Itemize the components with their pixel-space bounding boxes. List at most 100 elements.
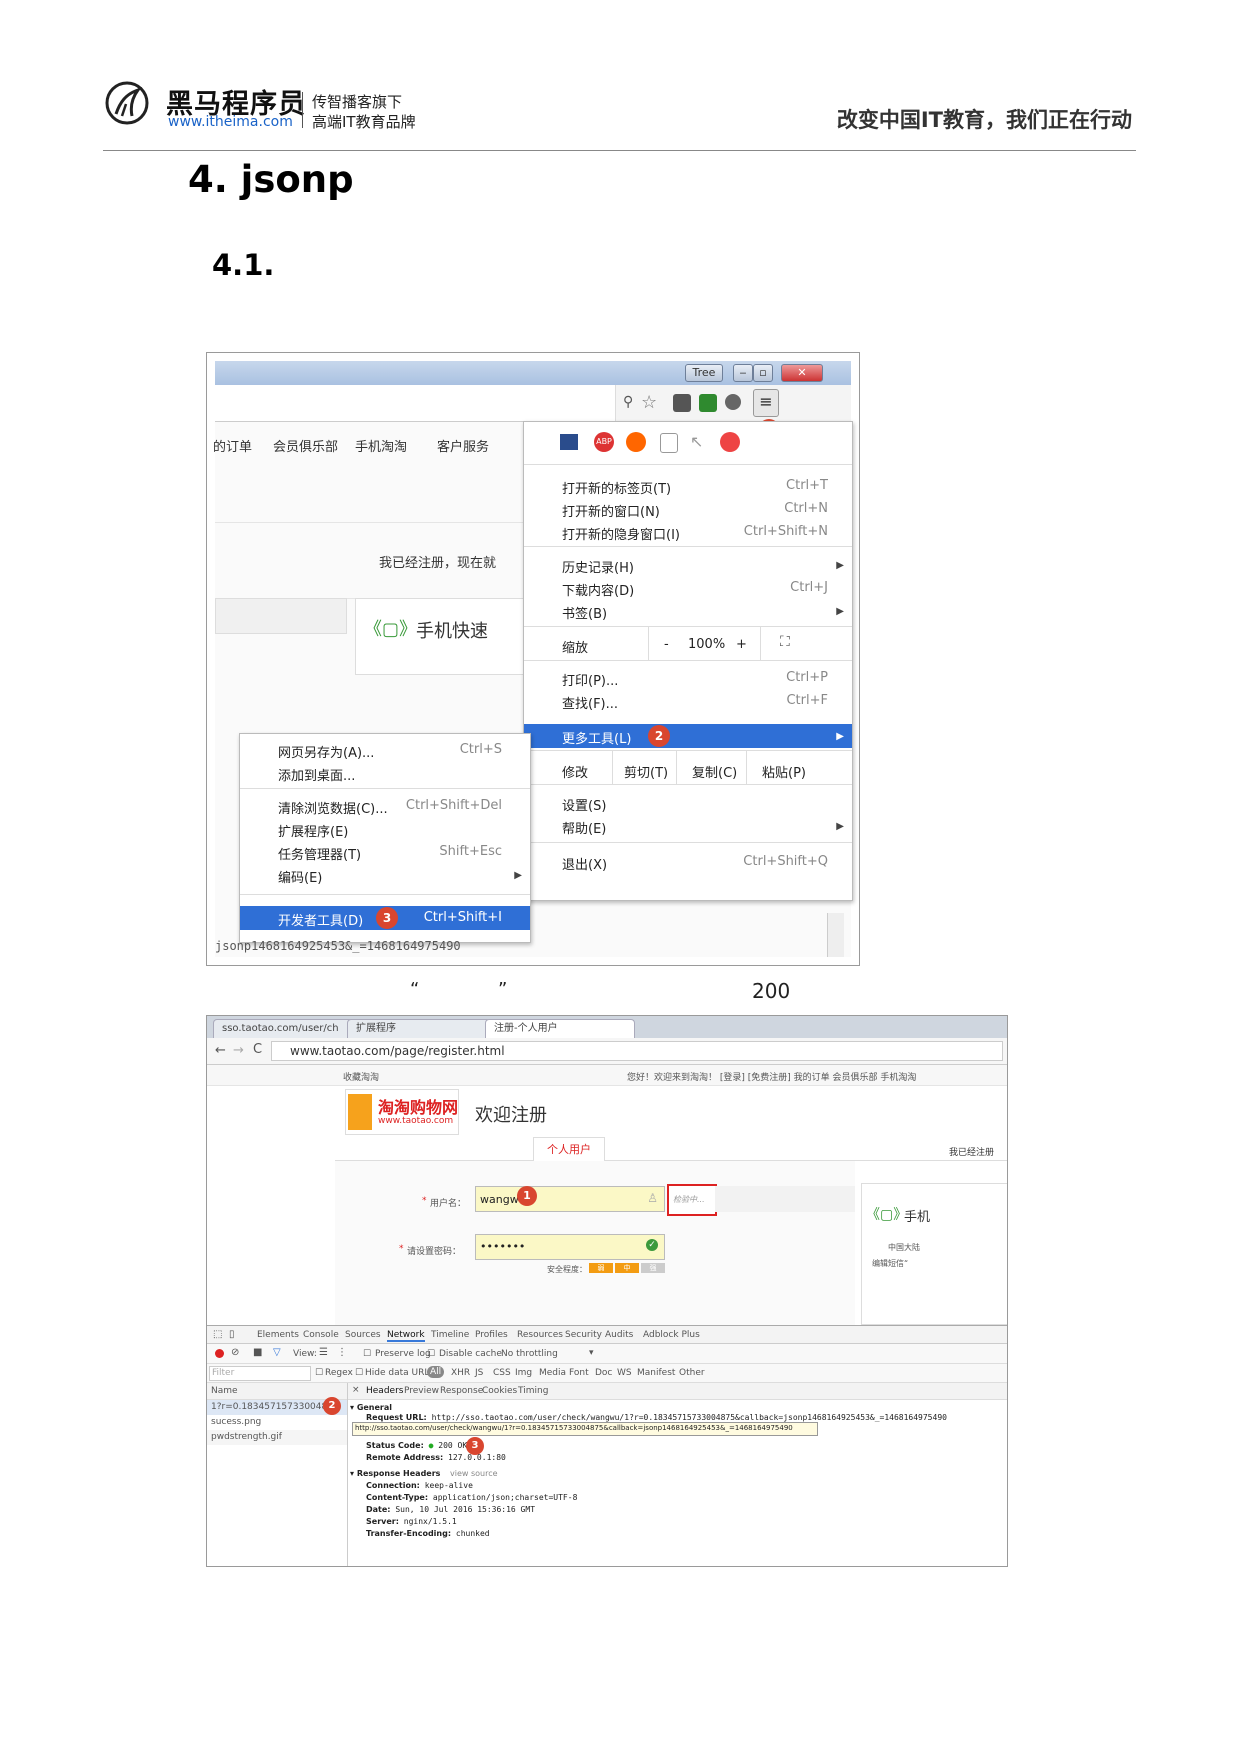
- menu-copy[interactable]: 复制(C): [692, 762, 737, 781]
- chevron-down-icon[interactable]: ▾: [589, 1348, 594, 1358]
- name-column-header[interactable]: Name: [211, 1386, 238, 1396]
- devtools-tab-timeline[interactable]: Timeline: [431, 1330, 469, 1340]
- back-icon[interactable]: ←: [215, 1043, 226, 1058]
- zoom-in-button[interactable]: +: [736, 637, 747, 652]
- preserve-log-checkbox[interactable]: ☐: [363, 1349, 371, 1359]
- menu-bookmarks[interactable]: 书签(B): [562, 603, 607, 622]
- chrome-menu-button[interactable]: ≡: [753, 389, 779, 417]
- filter-doc[interactable]: Doc: [595, 1368, 612, 1378]
- detail-tab-timing[interactable]: Timing: [518, 1386, 548, 1396]
- menu-new-window[interactable]: 打开新的窗口(N): [562, 501, 660, 520]
- favorites-link[interactable]: 收藏淘淘: [343, 1070, 379, 1083]
- menu-help[interactable]: 帮助(E): [562, 818, 606, 837]
- submenu-extensions[interactable]: 扩展程序(E): [278, 821, 348, 840]
- menu-new-tab[interactable]: 打开新的标签页(T): [562, 478, 671, 497]
- reload-icon[interactable]: C: [253, 1042, 262, 1057]
- registered-link[interactable]: 我已经注册: [949, 1145, 994, 1158]
- menu-exit[interactable]: 退出(X): [562, 854, 607, 873]
- close-icon[interactable]: ×: [352, 1385, 360, 1395]
- extension-red-icon[interactable]: [720, 432, 740, 452]
- filter-all[interactable]: All: [427, 1366, 445, 1378]
- menu-history[interactable]: 历史记录(H): [562, 557, 634, 576]
- devtools-tab-sources[interactable]: Sources: [345, 1330, 381, 1340]
- cursor-icon[interactable]: ↖: [690, 432, 703, 451]
- throttling-select[interactable]: No throttling: [501, 1349, 558, 1359]
- submenu-developer-tools[interactable]: 开发者工具(D) 3 Ctrl+Shift+I: [240, 906, 530, 930]
- camera-icon[interactable]: ■: [253, 1347, 262, 1358]
- fullscreen-icon[interactable]: ⛶: [780, 634, 790, 650]
- devtools-tab-network[interactable]: Network: [387, 1330, 425, 1342]
- filter-other[interactable]: Other: [679, 1368, 705, 1378]
- filter-ws[interactable]: WS: [617, 1368, 632, 1378]
- translate-icon[interactable]: [673, 394, 691, 412]
- filter-css[interactable]: CSS: [493, 1368, 511, 1378]
- submenu-clear-data[interactable]: 清除浏览数据(C)...: [278, 798, 388, 817]
- extension-icon[interactable]: [699, 394, 717, 412]
- detail-tab-response[interactable]: Response: [440, 1386, 483, 1396]
- disable-cache-checkbox[interactable]: ☐: [427, 1349, 435, 1359]
- tab-register[interactable]: 注册-个人用户: [485, 1019, 635, 1039]
- adblock-icon[interactable]: ABP: [594, 432, 614, 452]
- url-field[interactable]: www.taotao.com/page/register.html: [271, 1041, 1003, 1061]
- forward-icon[interactable]: →: [233, 1043, 244, 1058]
- devtools-tab-profiles[interactable]: Profiles: [475, 1330, 508, 1340]
- address-bar[interactable]: [215, 385, 616, 421]
- close-window-button[interactable]: ✕: [781, 364, 823, 382]
- list-view-icon[interactable]: ☰: [319, 1347, 328, 1358]
- tab-personal[interactable]: 个人用户: [533, 1137, 605, 1164]
- menu-downloads[interactable]: 下载内容(D): [562, 580, 634, 599]
- extension-orange-icon[interactable]: [626, 432, 646, 452]
- detail-tab-cookies[interactable]: Cookies: [482, 1386, 517, 1396]
- devtools-tab-elements[interactable]: Elements: [257, 1330, 299, 1340]
- extension-shield-icon[interactable]: [725, 394, 741, 410]
- filter-img[interactable]: Img: [515, 1368, 532, 1378]
- hide-data-checkbox[interactable]: ☐: [355, 1368, 363, 1378]
- filter-font[interactable]: Font: [569, 1368, 589, 1378]
- submenu-save-page[interactable]: 网页另存为(A)...: [278, 742, 374, 761]
- nav-club[interactable]: 会员俱乐部: [273, 436, 338, 455]
- general-section[interactable]: ▾ General: [350, 1403, 392, 1412]
- filter-input[interactable]: Filter: [209, 1366, 311, 1381]
- devtools-tab-resources[interactable]: Resources: [517, 1330, 563, 1340]
- filter-media[interactable]: Media: [539, 1368, 566, 1378]
- extension-arrow-icon[interactable]: [560, 434, 578, 450]
- menu-find[interactable]: 查找(F)...: [562, 693, 618, 712]
- record-icon[interactable]: [215, 1349, 224, 1358]
- filter-manifest[interactable]: Manifest: [637, 1368, 675, 1378]
- detail-tab-preview[interactable]: Preview: [404, 1386, 439, 1396]
- menu-paste[interactable]: 粘贴(P): [762, 762, 806, 781]
- response-headers-section[interactable]: ▾ Response Headers: [350, 1469, 440, 1478]
- devtools-tab-adblock[interactable]: Adblock Plus: [643, 1330, 700, 1340]
- filter-xhr[interactable]: XHR: [451, 1368, 470, 1378]
- request-row[interactable]: pwdstrength.gif: [207, 1430, 347, 1445]
- submenu-add-to-desktop[interactable]: 添加到桌面...: [278, 765, 355, 784]
- regex-checkbox[interactable]: ☐: [315, 1368, 323, 1378]
- request-row[interactable]: sucess.png: [207, 1415, 347, 1430]
- tab-extensions[interactable]: 扩展程序: [347, 1019, 491, 1039]
- nav-mobile[interactable]: 手机淘淘: [355, 436, 407, 455]
- detail-tab-headers[interactable]: Headers: [366, 1386, 403, 1396]
- maximize-button[interactable]: ▫: [753, 364, 773, 382]
- devtools-tab-console[interactable]: Console: [303, 1330, 339, 1340]
- submenu-encoding[interactable]: 编码(E): [278, 867, 322, 886]
- extension-shield-outline-icon[interactable]: [660, 433, 678, 453]
- devtools-tab-security[interactable]: Security: [565, 1330, 602, 1340]
- key-icon[interactable]: ⚲: [623, 394, 633, 410]
- filter-icon[interactable]: ▽: [273, 1347, 281, 1358]
- scrollbar[interactable]: [827, 913, 844, 957]
- nav-orders[interactable]: 的订单: [213, 436, 252, 455]
- tree-button[interactable]: Tree: [685, 364, 723, 382]
- menu-more-tools[interactable]: 更多工具(L) 2 ▶: [524, 724, 852, 748]
- submenu-task-manager[interactable]: 任务管理器(T): [278, 844, 361, 863]
- devtools-tab-audits[interactable]: Audits: [605, 1330, 633, 1340]
- filter-js[interactable]: JS: [475, 1368, 483, 1378]
- minimize-button[interactable]: ‒: [733, 364, 753, 382]
- menu-incognito[interactable]: 打开新的隐身窗口(I): [562, 524, 680, 543]
- tab-sso[interactable]: sso.taotao.com/user/ch: [213, 1019, 353, 1039]
- menu-settings[interactable]: 设置(S): [562, 795, 606, 814]
- username-input[interactable]: wangwu ♙: [475, 1186, 665, 1212]
- waterfall-icon[interactable]: ⋮: [337, 1347, 347, 1358]
- zoom-out-button[interactable]: -: [664, 637, 669, 652]
- menu-cut[interactable]: 剪切(T): [624, 762, 668, 781]
- menu-print[interactable]: 打印(P)...: [562, 670, 618, 689]
